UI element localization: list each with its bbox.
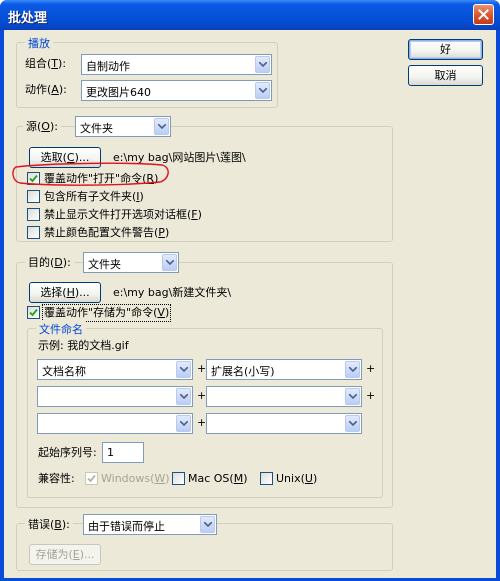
naming-field-2[interactable]: 扩展名(小写) bbox=[206, 359, 362, 380]
start-serial-input[interactable]: 1 bbox=[102, 442, 144, 463]
action-value: 更改图片640 bbox=[86, 86, 151, 99]
errors-select[interactable]: 由于错误而停止 bbox=[83, 514, 217, 535]
suppress-color-warnings-label[interactable]: 禁止颜色配置文件警告(P) bbox=[44, 226, 169, 240]
suppress-color-warnings-checkbox[interactable] bbox=[27, 226, 40, 239]
annotation-ellipse bbox=[12, 162, 169, 186]
chevron-down-icon[interactable] bbox=[176, 361, 191, 378]
chevron-down-icon[interactable] bbox=[255, 56, 270, 73]
chevron-down-icon[interactable] bbox=[345, 415, 360, 432]
suppress-open-dialogs-checkbox[interactable] bbox=[27, 208, 40, 221]
windows-compat-checkbox[interactable] bbox=[85, 472, 98, 485]
chevron-down-icon[interactable] bbox=[176, 415, 191, 432]
source-value: 文件夹 bbox=[80, 122, 113, 135]
file-naming-legend: 文件命名 bbox=[36, 321, 86, 337]
suppress-open-dialogs-label[interactable]: 禁止显示文件打开选项对话框(F) bbox=[44, 208, 202, 222]
window-title: 批处理 bbox=[8, 11, 48, 26]
include-subfolders-label[interactable]: 包含所有子文件夹(I) bbox=[44, 190, 144, 204]
chevron-down-icon[interactable] bbox=[345, 361, 360, 378]
chevron-down-icon[interactable] bbox=[154, 118, 169, 135]
dialog-body: 好 取消 播放 组合(T): 自制动作 动作(A): 更改图片640 源(O):… bbox=[4, 30, 496, 578]
plus-sign: + bbox=[366, 389, 376, 402]
mac-compat-label[interactable]: Mac OS(M) bbox=[188, 472, 248, 486]
destination-select[interactable]: 文件夹 bbox=[83, 252, 179, 273]
plus-sign: + bbox=[366, 362, 376, 375]
chevron-down-icon[interactable] bbox=[176, 388, 191, 405]
save-as-button[interactable]: 存储为(E)... bbox=[29, 544, 101, 565]
close-button[interactable] bbox=[473, 4, 494, 25]
checkmark-icon bbox=[87, 474, 96, 483]
play-group: 播放 组合(T): 自制动作 动作(A): 更改图片640 bbox=[16, 35, 278, 108]
unix-compat-label[interactable]: Unix(U) bbox=[276, 472, 317, 486]
errors-value: 由于错误而停止 bbox=[88, 520, 165, 533]
naming-field-1[interactable]: 文档名称 bbox=[37, 359, 193, 380]
destination-value: 文件夹 bbox=[88, 258, 121, 271]
naming-field-3[interactable] bbox=[37, 386, 193, 407]
unix-compat-checkbox[interactable] bbox=[260, 472, 273, 485]
file-naming-group: 文件命名 示例: 我的文档.gif 文档名称 + 扩展名(小写) + + + +… bbox=[27, 321, 383, 498]
destination-path: e:\my bag\新建文件夹\ bbox=[113, 286, 232, 299]
chevron-down-icon[interactable] bbox=[162, 254, 177, 271]
chevron-down-icon[interactable] bbox=[255, 82, 270, 99]
action-select[interactable]: 更改图片640 bbox=[81, 80, 272, 101]
plus-sign: + bbox=[197, 389, 207, 402]
windows-compat-label: Windows(W) bbox=[101, 472, 170, 485]
title-bar[interactable]: 批处理 bbox=[0, 0, 500, 30]
naming-field-5[interactable] bbox=[37, 413, 193, 434]
destination-group: 目的(D): 文件夹 选择(H)... e:\my bag\新建文件夹\ 覆盖动… bbox=[16, 252, 393, 508]
action-label: 动作(A): bbox=[25, 83, 67, 96]
set-select[interactable]: 自制动作 bbox=[81, 54, 272, 75]
naming-field-6[interactable] bbox=[206, 413, 362, 434]
override-save-checkbox[interactable] bbox=[27, 306, 40, 319]
include-subfolders-checkbox[interactable] bbox=[27, 190, 40, 203]
naming-example: 示例: 我的文档.gif bbox=[38, 339, 129, 352]
mac-compat-checkbox[interactable] bbox=[172, 472, 185, 485]
batch-dialog: 批处理 好 取消 播放 组合(T): 自制动作 动作(A): 更改图片640 源… bbox=[0, 0, 500, 581]
errors-label: 错误(B): bbox=[25, 518, 73, 532]
cancel-button[interactable]: 取消 bbox=[408, 65, 483, 86]
override-save-label[interactable]: 覆盖动作"存储为"命令(V) bbox=[41, 304, 172, 322]
checkmark-icon bbox=[29, 308, 38, 317]
errors-group: 错误(B): 由于错误而停止 存储为(E)... bbox=[16, 514, 393, 571]
plus-sign: + bbox=[197, 362, 207, 375]
set-value: 自制动作 bbox=[86, 60, 130, 73]
play-legend: 播放 bbox=[25, 35, 53, 51]
chevron-down-icon[interactable] bbox=[200, 516, 215, 533]
compatibility-label: 兼容性: bbox=[38, 472, 75, 485]
close-icon bbox=[478, 9, 489, 20]
plus-sign: + bbox=[197, 416, 207, 429]
start-serial-label: 起始序列号: bbox=[38, 446, 97, 459]
destination-label: 目的(D): bbox=[25, 256, 74, 270]
naming-field-4[interactable] bbox=[206, 386, 362, 407]
chevron-down-icon[interactable] bbox=[345, 388, 360, 405]
source-label: 源(O): bbox=[23, 120, 61, 134]
destination-choose-button[interactable]: 选择(H)... bbox=[29, 282, 101, 303]
ok-button[interactable]: 好 bbox=[408, 39, 483, 60]
source-select[interactable]: 文件夹 bbox=[75, 116, 171, 137]
set-label: 组合(T): bbox=[25, 57, 67, 70]
